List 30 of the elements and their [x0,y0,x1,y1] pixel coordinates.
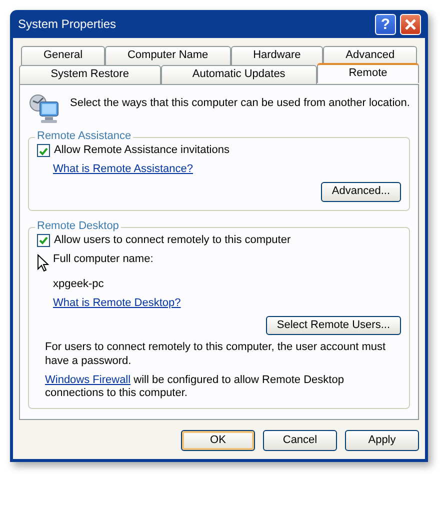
help-button[interactable]: ? [375,14,396,34]
select-users-button[interactable]: Select Remote Users... [266,316,401,336]
tab[interactable]: System Restore [19,65,161,84]
dialog-button[interactable]: Apply [345,430,419,452]
tab[interactable]: Automatic Updates [160,65,318,84]
help-link[interactable]: What is Remote Assistance? [53,163,194,176]
checkbox-label: Allow users to connect remotely to this computer [54,234,291,247]
firewall-link[interactable]: Windows Firewall [45,374,131,386]
tab[interactable]: Remote [317,63,419,83]
note-text: Windows Firewall will be configured to allow Remote Desktop connections to this computer. [44,374,345,400]
dialog-button[interactable]: OK [181,430,255,452]
checkbox[interactable] [37,234,50,247]
tab[interactable]: Advanced [323,46,418,65]
group-title: Remote Desktop [35,220,121,233]
note-text: For users to connect remotely to this computer, the user account must have a password. [44,341,387,368]
dialog-button[interactable]: Cancel [263,430,337,452]
cursor-icon [37,254,49,272]
checkbox[interactable] [37,144,50,158]
advanced-button[interactable]: Advanced... [320,182,401,202]
tab[interactable]: Computer Name [105,46,231,65]
computer-name: xpgeek-pc [52,278,105,291]
tab[interactable]: Hardware [230,46,324,65]
close-button[interactable] [400,14,421,34]
window-title: System Properties [18,16,118,32]
help-link[interactable]: What is Remote Desktop? [53,296,181,309]
checkbox-label: Allow Remote Assistance invitations [54,144,230,158]
close-icon [405,19,416,30]
intro-text: Select the ways that this computer can be used from another location. [70,96,410,110]
tab[interactable]: General [21,46,106,65]
field-label: Full computer name: [53,252,154,266]
